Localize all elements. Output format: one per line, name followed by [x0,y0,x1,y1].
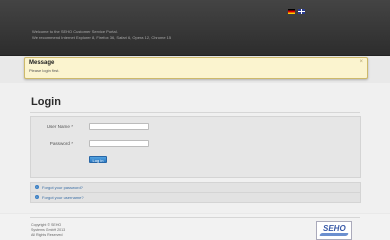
password-label: Password * [31,141,73,146]
password-input[interactable] [89,140,149,147]
title-divider [30,112,360,113]
footer-divider [30,217,360,218]
page-title: Login [31,96,61,108]
language-switcher [288,9,305,14]
info-icon: i [35,185,39,189]
welcome-text: Welcome to the SEHO Customer Service Por… [32,29,171,41]
close-icon[interactable]: × [359,59,363,65]
username-label: User Name * [31,124,73,129]
password-label-text: Password [49,141,70,146]
logo-swoosh [319,233,349,236]
username-label-text: User Name [46,124,70,129]
forgot-password-link[interactable]: Forgot your password? [42,185,83,190]
copyright-line-3: All Rights Reserved [31,233,63,237]
company-logo: SEHO [316,221,352,240]
login-form-panel [30,116,361,178]
login-button[interactable]: Log in [89,156,107,163]
german-flag-icon[interactable] [288,9,295,14]
required-mark: * [71,124,73,129]
page-header: Welcome to the SEHO Customer Service Por… [0,0,390,56]
page-footer: Copyright © SEHO Systems GmbH 2013 All R… [0,214,390,240]
english-flag-icon[interactable] [298,9,305,14]
welcome-line-2: We recommend Internet Explorer 8, Firefo… [32,35,172,40]
copyright-text: Copyright © SEHO Systems GmbH 2013 All R… [31,223,65,238]
info-icon: i [35,195,39,199]
message-box: Message Please login first. × [24,57,368,79]
required-mark: * [71,141,73,146]
logo-text: SEHO [323,224,346,233]
forgot-username-link[interactable]: Forgot your username? [42,195,84,200]
message-title: Message [29,60,55,66]
username-input[interactable] [89,123,149,130]
forgot-username-row: i Forgot your username? [30,192,361,203]
message-text: Please login first. [29,68,60,73]
